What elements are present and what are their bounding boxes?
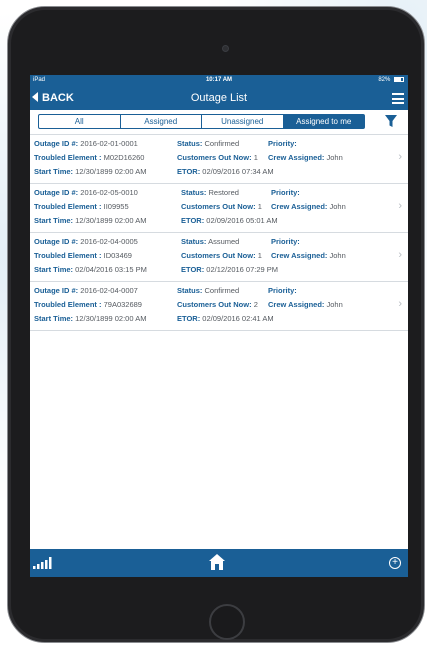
customers-out-value: 1 bbox=[257, 202, 262, 211]
etor-value: 02/09/2016 02:41 AM bbox=[202, 314, 274, 323]
customers-out-label: Customers Out Now: bbox=[181, 251, 256, 260]
status-value: Restored bbox=[208, 188, 239, 197]
outage-row[interactable]: Outage ID #: 2016-02-04-0007 Troubled El… bbox=[30, 282, 408, 331]
troubled-element-label: Troubled Element : bbox=[34, 153, 102, 162]
segment-all[interactable]: All bbox=[39, 115, 121, 128]
outage-id-label: Outage ID #: bbox=[34, 237, 79, 246]
customers-out-label: Customers Out Now: bbox=[181, 202, 256, 211]
etor-label: ETOR: bbox=[181, 265, 205, 274]
etor-label: ETOR: bbox=[177, 314, 201, 323]
outage-id-value: 2016-02-05-0010 bbox=[80, 188, 138, 197]
priority-label: Priority: bbox=[271, 237, 300, 246]
priority-label: Priority: bbox=[268, 139, 297, 148]
troubled-element-value: II09955 bbox=[103, 202, 129, 211]
start-time-value: 12/30/1899 02:00 AM bbox=[75, 216, 147, 225]
chevron-right-icon: › bbox=[398, 200, 402, 212]
priority-label: Priority: bbox=[268, 286, 297, 295]
status-time: 10:17 AM bbox=[205, 77, 233, 83]
start-time-label: Start Time: bbox=[34, 167, 74, 176]
customers-out-value: 1 bbox=[253, 153, 258, 162]
battery-icon bbox=[394, 76, 404, 82]
filter-funnel-icon[interactable] bbox=[384, 114, 398, 129]
outage-id-label: Outage ID #: bbox=[34, 286, 79, 295]
chevron-right-icon: › bbox=[398, 298, 402, 310]
outage-id-label: Outage ID #: bbox=[34, 139, 79, 148]
customers-out-value: 1 bbox=[257, 251, 262, 260]
etor-value: 02/09/2016 07:34 AM bbox=[202, 167, 274, 176]
plus-circle-icon[interactable]: + bbox=[389, 557, 401, 569]
chevron-right-icon: › bbox=[398, 151, 402, 163]
outage-id-value: 2016-02-04-0007 bbox=[80, 286, 138, 295]
crew-label: Crew Assigned: bbox=[268, 153, 325, 162]
start-time-label: Start Time: bbox=[34, 314, 74, 323]
crew-value: John bbox=[326, 153, 343, 162]
customers-out-value: 2 bbox=[253, 300, 258, 309]
segment-assigned-to-me[interactable]: Assigned to me bbox=[283, 115, 364, 128]
outage-row[interactable]: Outage ID #: 2016-02-01-0001 Troubled El… bbox=[30, 135, 408, 184]
filter-segment-bar: All Assigned Unassigned Assigned to me bbox=[30, 110, 408, 135]
troubled-element-value: 79A032689 bbox=[103, 300, 142, 309]
start-time-value: 02/04/2016 03:15 PM bbox=[75, 265, 147, 274]
navigation-bar: BACK Outage List bbox=[30, 86, 408, 110]
outage-row[interactable]: Outage ID #: 2016-02-05-0010 Troubled El… bbox=[30, 184, 408, 233]
outage-row[interactable]: Outage ID #: 2016-02-04-0005 Troubled El… bbox=[30, 233, 408, 282]
troubled-element-label: Troubled Element : bbox=[34, 202, 102, 211]
start-time-value: 12/30/1899 02:00 AM bbox=[75, 167, 147, 176]
bottom-tab-bar: + bbox=[30, 549, 408, 577]
status-value: Assumed bbox=[208, 237, 240, 246]
start-time-label: Start Time: bbox=[34, 216, 74, 225]
etor-value: 02/12/2016 07:29 PM bbox=[206, 265, 279, 274]
camera-icon bbox=[222, 45, 229, 52]
crew-value: John bbox=[326, 300, 343, 309]
battery-indicator: 82% bbox=[378, 75, 404, 86]
outage-list: Outage ID #: 2016-02-01-0001 Troubled El… bbox=[30, 135, 408, 331]
status-value: Confirmed bbox=[204, 139, 240, 148]
etor-label: ETOR: bbox=[181, 216, 205, 225]
priority-label: Priority: bbox=[271, 188, 300, 197]
etor-value: 02/09/2016 05:01 AM bbox=[206, 216, 278, 225]
customers-out-label: Customers Out Now: bbox=[177, 153, 252, 162]
troubled-element-label: Troubled Element : bbox=[34, 251, 102, 260]
status-bar: iPad 10:17 AM 82% bbox=[30, 75, 408, 86]
home-icon[interactable] bbox=[208, 553, 226, 571]
signal-bars-icon[interactable] bbox=[33, 557, 53, 569]
crew-label: Crew Assigned: bbox=[271, 202, 328, 211]
status-value: Confirmed bbox=[204, 286, 240, 295]
troubled-element-value: M02D16260 bbox=[103, 153, 145, 162]
status-label: Status: bbox=[177, 286, 203, 295]
status-label: Status: bbox=[177, 139, 203, 148]
segment-unassigned[interactable]: Unassigned bbox=[202, 115, 284, 128]
page-title: Outage List bbox=[190, 92, 248, 104]
troubled-element-label: Troubled Element : bbox=[34, 300, 102, 309]
outage-id-value: 2016-02-04-0005 bbox=[80, 237, 138, 246]
app-screen: iPad 10:17 AM 82% BACK Outage List All A… bbox=[30, 75, 408, 577]
crew-label: Crew Assigned: bbox=[271, 251, 328, 260]
hamburger-menu-icon[interactable] bbox=[392, 93, 404, 104]
etor-label: ETOR: bbox=[177, 167, 201, 176]
chevron-right-icon: › bbox=[398, 249, 402, 261]
start-time-value: 12/30/1899 02:00 AM bbox=[75, 314, 147, 323]
status-label: Status: bbox=[181, 237, 207, 246]
start-time-label: Start Time: bbox=[34, 265, 74, 274]
crew-value: John bbox=[329, 202, 346, 211]
outage-id-label: Outage ID #: bbox=[34, 188, 79, 197]
troubled-element-value: ID03469 bbox=[103, 251, 132, 260]
outage-id-value: 2016-02-01-0001 bbox=[80, 139, 138, 148]
status-label: Status: bbox=[181, 188, 207, 197]
customers-out-label: Customers Out Now: bbox=[177, 300, 252, 309]
crew-label: Crew Assigned: bbox=[268, 300, 325, 309]
segmented-control: All Assigned Unassigned Assigned to me bbox=[38, 114, 365, 129]
hardware-home-button[interactable] bbox=[209, 604, 245, 640]
segment-assigned[interactable]: Assigned bbox=[121, 115, 202, 128]
crew-value: John bbox=[329, 251, 346, 260]
battery-percent: 82% bbox=[378, 77, 391, 83]
